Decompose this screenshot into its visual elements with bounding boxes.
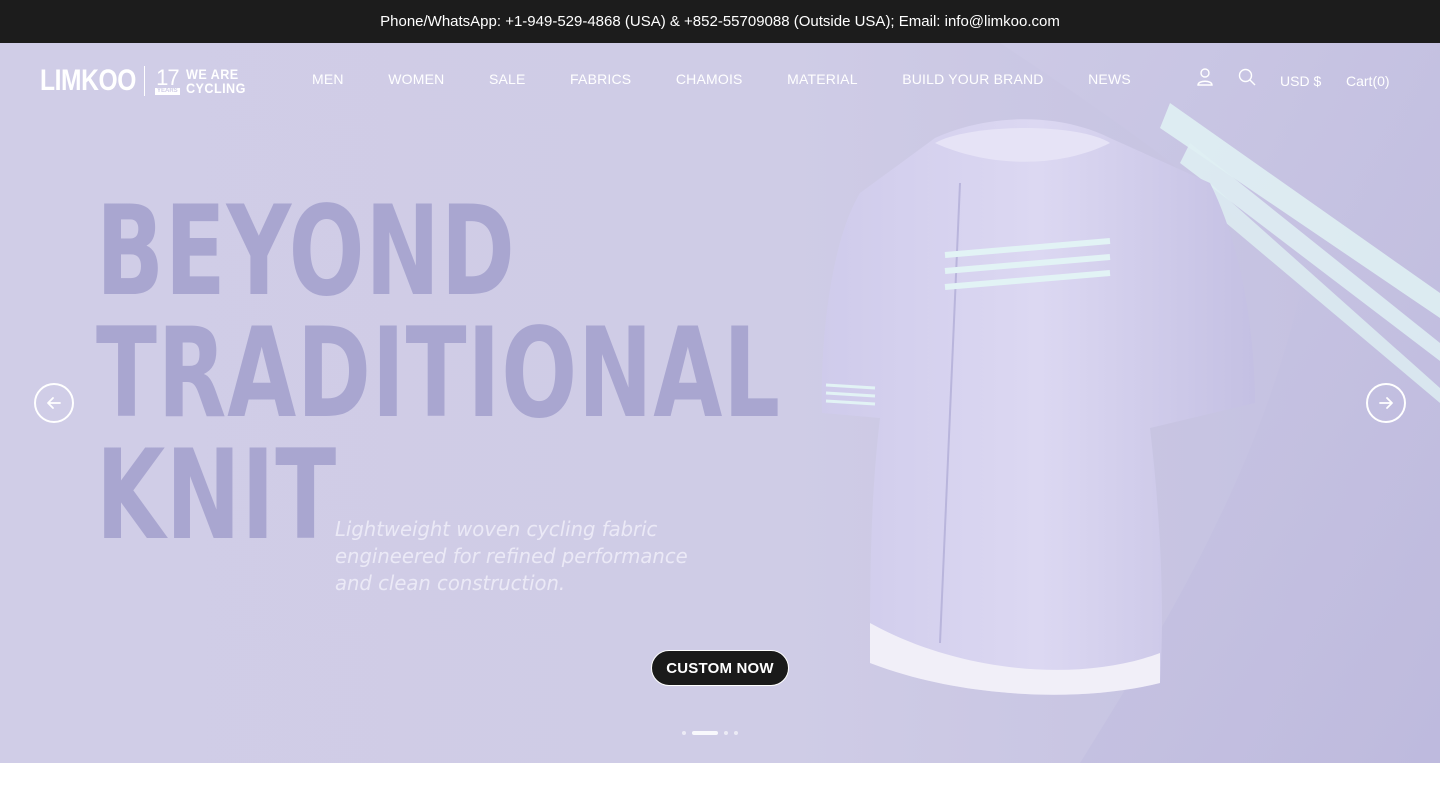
search-icon <box>1238 68 1256 86</box>
custom-now-button[interactable]: CUSTOM NOW <box>651 650 789 686</box>
announcement-bar: Phone/WhatsApp: +1-949-529-4868 (USA) & … <box>0 0 1440 43</box>
subcopy-line-1: Lightweight woven cycling fabric <box>335 517 658 541</box>
slide-dot-active[interactable] <box>692 731 718 735</box>
nav-item-news[interactable]: NEWS <box>1088 71 1131 91</box>
subcopy-line-3: and clean construction. <box>335 571 566 595</box>
cart-link[interactable]: Cart(0) <box>1346 73 1390 89</box>
main-navigation: MEN WOMEN SALE FABRICS CHAMOIS MATERIAL … <box>312 71 1175 91</box>
brand-logo[interactable]: LIMKOO 17 YEARS WE ARE CYCLING <box>40 64 252 97</box>
nav-item-fabrics[interactable]: FABRICS <box>570 71 631 91</box>
slide-indicators <box>682 731 738 735</box>
subcopy-line-2: engineered for refined performance <box>335 544 688 568</box>
currency-selector[interactable]: USD $ <box>1280 73 1321 89</box>
nav-item-build-your-brand[interactable]: BUILD YOUR BRAND <box>902 71 1043 91</box>
slide-dot[interactable] <box>682 731 686 735</box>
arrow-right-icon <box>1379 397 1393 409</box>
logo-years-label: YEARS <box>155 87 180 95</box>
headline-line-1: BEYOND <box>96 180 516 324</box>
site-header: LIMKOO 17 YEARS WE ARE CYCLING MEN WOMEN… <box>0 43 1440 119</box>
logo-divider <box>144 66 145 96</box>
account-button[interactable] <box>1195 67 1217 89</box>
nav-item-men[interactable]: MEN <box>312 71 344 91</box>
nav-item-women[interactable]: WOMEN <box>388 71 444 91</box>
prev-slide-button[interactable] <box>34 383 74 423</box>
logo-tagline-line-1: WE ARE <box>185 66 239 82</box>
slide-dot[interactable] <box>734 731 738 735</box>
hero-headline: BEYOND TRADITIONAL KNIT <box>96 180 781 558</box>
user-icon <box>1197 68 1213 86</box>
nav-item-chamois[interactable]: CHAMOIS <box>676 71 743 91</box>
logo-years-number: 17 <box>156 64 180 90</box>
nav-item-material[interactable]: MATERIAL <box>787 71 858 91</box>
logo-tagline: WE ARE CYCLING <box>186 67 246 95</box>
logo-tagline-line-2: CYCLING <box>185 80 246 96</box>
slide-dot[interactable] <box>724 731 728 735</box>
headline-line-2: TRADITIONAL <box>96 302 781 446</box>
search-button[interactable] <box>1237 67 1259 89</box>
arrow-left-icon <box>47 397 61 409</box>
hero-banner: BEYOND TRADITIONAL KNIT Lightweight wove… <box>0 43 1440 763</box>
nav-item-sale[interactable]: SALE <box>489 71 526 91</box>
hero-subcopy: Lightweight woven cycling fabric enginee… <box>335 516 707 597</box>
brand-name: LIMKOO <box>40 64 136 97</box>
contact-info-text: Phone/WhatsApp: +1-949-529-4868 (USA) & … <box>380 13 1060 30</box>
page-body-start <box>0 763 1440 810</box>
logo-years-badge: 17 YEARS <box>155 64 180 95</box>
next-slide-button[interactable] <box>1366 383 1406 423</box>
